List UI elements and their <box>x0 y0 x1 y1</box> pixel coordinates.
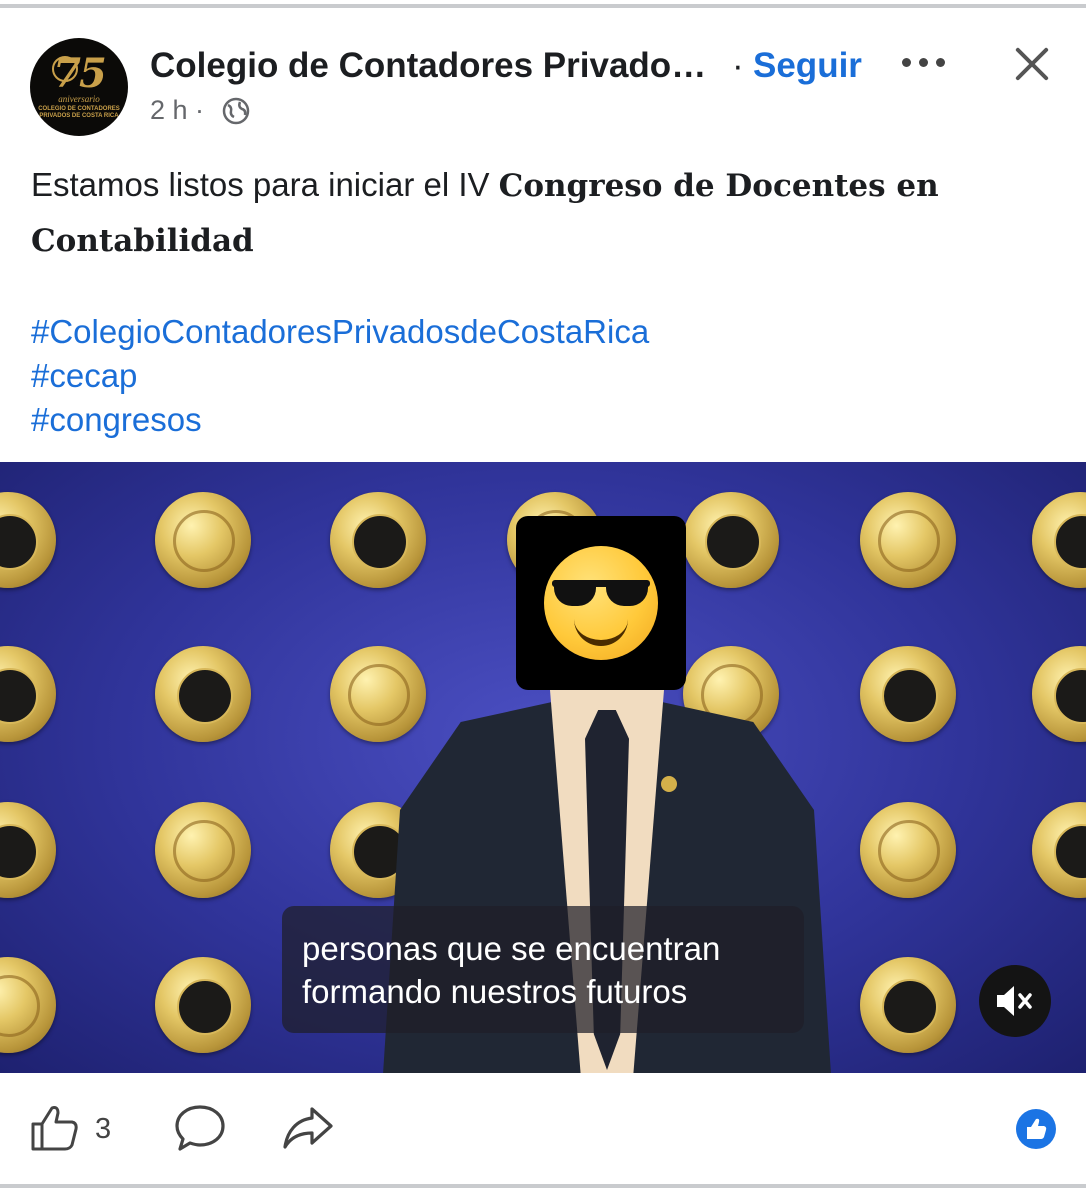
medal-emblem <box>860 492 956 588</box>
medal-emblem <box>330 492 426 588</box>
hashtag-link[interactable]: #ColegioContadoresPrivadosdeCostaRica <box>31 310 649 354</box>
medal-emblem <box>1032 646 1086 742</box>
medal-emblem <box>155 957 251 1053</box>
video-player[interactable]: personas que se encuentran formando nues… <box>0 462 1086 1073</box>
medal-emblem <box>860 646 956 742</box>
face-cover-emoji <box>516 516 686 690</box>
page-avatar[interactable]: 75 aniversario COLEGIO DE CONTADORES PRI… <box>30 38 128 136</box>
page-name-link[interactable]: Colegio de Contadores Privado… <box>150 46 706 86</box>
caption-line: personas que se encuentran <box>302 930 721 967</box>
caption-line: formando nuestros futuros <box>302 973 688 1010</box>
hashtag-link[interactable]: #congresos <box>31 398 649 442</box>
medal-emblem <box>0 646 56 742</box>
avatar-org-text: COLEGIO DE CONTADORES PRIVADOS DE COSTA … <box>38 106 120 119</box>
name-separator: · <box>732 46 744 85</box>
medal-emblem <box>1032 492 1086 588</box>
globe-icon <box>222 97 250 125</box>
follow-button[interactable]: Seguir <box>753 46 862 86</box>
post-text-intro: Estamos listos para iniciar el IV <box>31 166 499 203</box>
post-body: Estamos listos para iniciar el IV Congre… <box>31 158 1051 268</box>
medal-emblem <box>683 492 779 588</box>
comment-icon[interactable] <box>174 1104 226 1152</box>
like-reaction-icon[interactable] <box>1016 1109 1056 1149</box>
close-icon[interactable] <box>1008 40 1056 88</box>
hashtag-link[interactable]: #cecap <box>31 354 649 398</box>
avatar-subtitle: aniversario <box>58 94 100 104</box>
share-icon[interactable] <box>282 1106 334 1150</box>
medal-emblem <box>860 802 956 898</box>
more-options-icon[interactable] <box>902 58 946 68</box>
medal-emblem <box>1032 802 1086 898</box>
medal-emblem <box>155 802 251 898</box>
top-border <box>0 4 1086 8</box>
video-captions: personas que se encuentran formando nues… <box>282 906 804 1033</box>
sunglasses-emoji-icon <box>544 546 658 660</box>
post-timestamp[interactable]: 2 h · <box>150 95 204 126</box>
medal-emblem <box>155 646 251 742</box>
medal-emblem <box>860 957 956 1053</box>
avatar-number: 75 <box>53 50 107 97</box>
medal-emblem <box>0 957 56 1053</box>
medal-emblem <box>155 492 251 588</box>
bottom-border <box>0 1184 1086 1188</box>
medal-emblem <box>0 802 56 898</box>
medal-emblem <box>0 492 56 588</box>
muted-speaker-icon <box>997 986 1032 1016</box>
like-count: 3 <box>95 1113 112 1145</box>
hashtag-list: #ColegioContadoresPrivadosdeCostaRica #c… <box>31 310 649 442</box>
like-icon[interactable] <box>30 1104 80 1152</box>
unmute-button[interactable] <box>979 965 1051 1037</box>
